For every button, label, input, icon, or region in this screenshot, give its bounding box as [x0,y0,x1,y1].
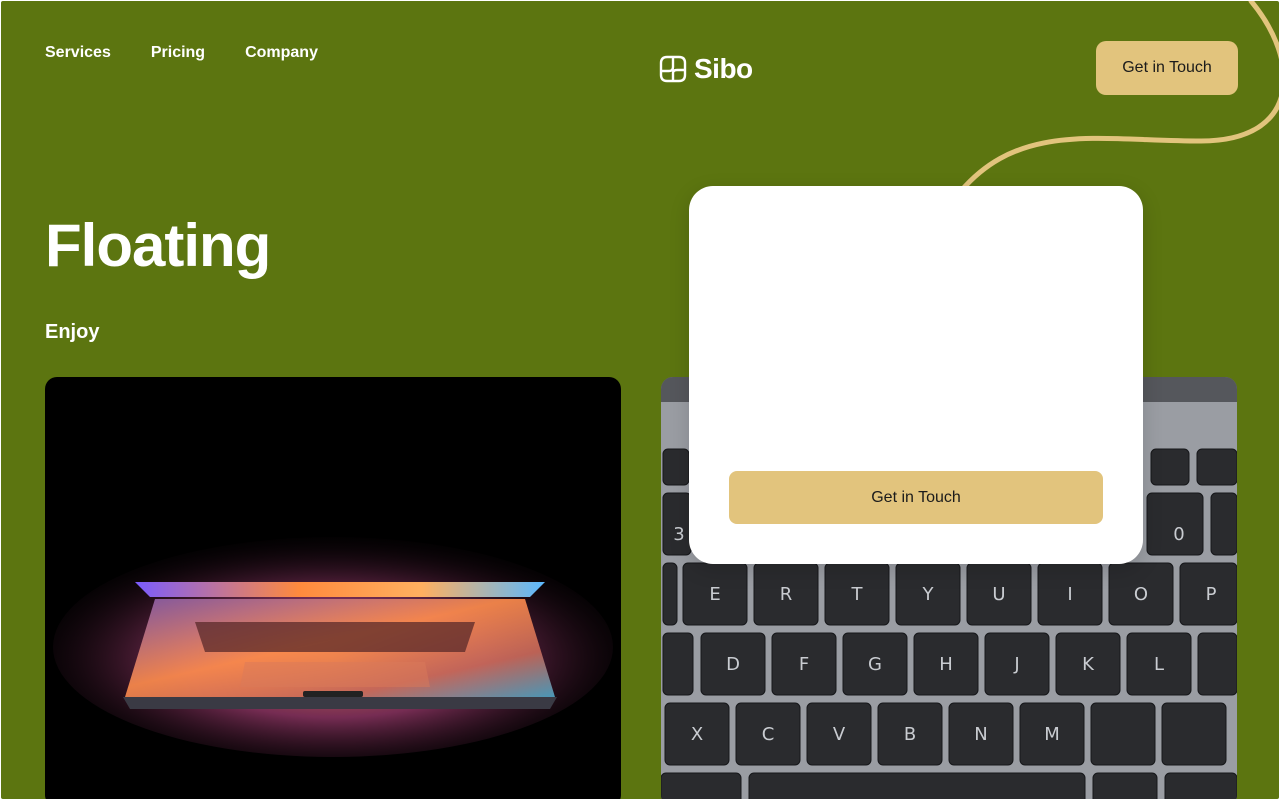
svg-text:V: V [833,724,846,745]
svg-text:E: E [709,584,720,605]
sibo-logo-icon [659,55,687,83]
hero-title: Floating [45,212,271,279]
svg-text:K: K [1082,654,1095,675]
svg-text:X: X [691,724,703,745]
nav-link-services[interactable]: Services [45,44,111,62]
main-nav: Services Pricing Company [45,44,318,62]
svg-text:D: D [726,654,740,675]
svg-text:M: M [1044,724,1060,745]
get-in-touch-button[interactable]: Get in Touch [1096,41,1238,95]
contact-modal: Get in Touch [689,186,1143,564]
laptop-illustration [53,537,613,757]
svg-text:T: T [851,584,864,605]
nav-link-pricing[interactable]: Pricing [151,44,205,62]
svg-text:P: P [1206,584,1217,605]
nav-link-company[interactable]: Company [245,44,318,62]
decorative-swoosh [958,1,1279,194]
svg-text:O: O [1134,584,1148,605]
svg-text:3: 3 [673,524,684,545]
modal-get-in-touch-button[interactable]: Get in Touch [729,471,1103,524]
hero-subtitle: Enjoy [45,321,100,343]
svg-text:0: 0 [1173,524,1184,545]
page: Services Pricing Company Sibo Get in Tou… [1,1,1279,799]
svg-text:Y: Y [922,584,935,605]
svg-text:U: U [992,584,1005,605]
svg-text:N: N [974,724,987,745]
svg-text:C: C [762,724,775,745]
svg-text:G: G [868,654,882,675]
svg-text:H: H [939,654,953,675]
svg-text:L: L [1154,654,1164,675]
svg-text:I: I [1067,584,1072,605]
svg-text:F: F [799,654,809,675]
svg-text:R: R [780,584,793,605]
svg-text:J: J [1013,654,1019,675]
logo-text: Sibo [694,53,753,84]
svg-text:B: B [904,724,916,745]
laptop-image [45,377,621,799]
brand-logo[interactable]: Sibo [657,53,753,85]
